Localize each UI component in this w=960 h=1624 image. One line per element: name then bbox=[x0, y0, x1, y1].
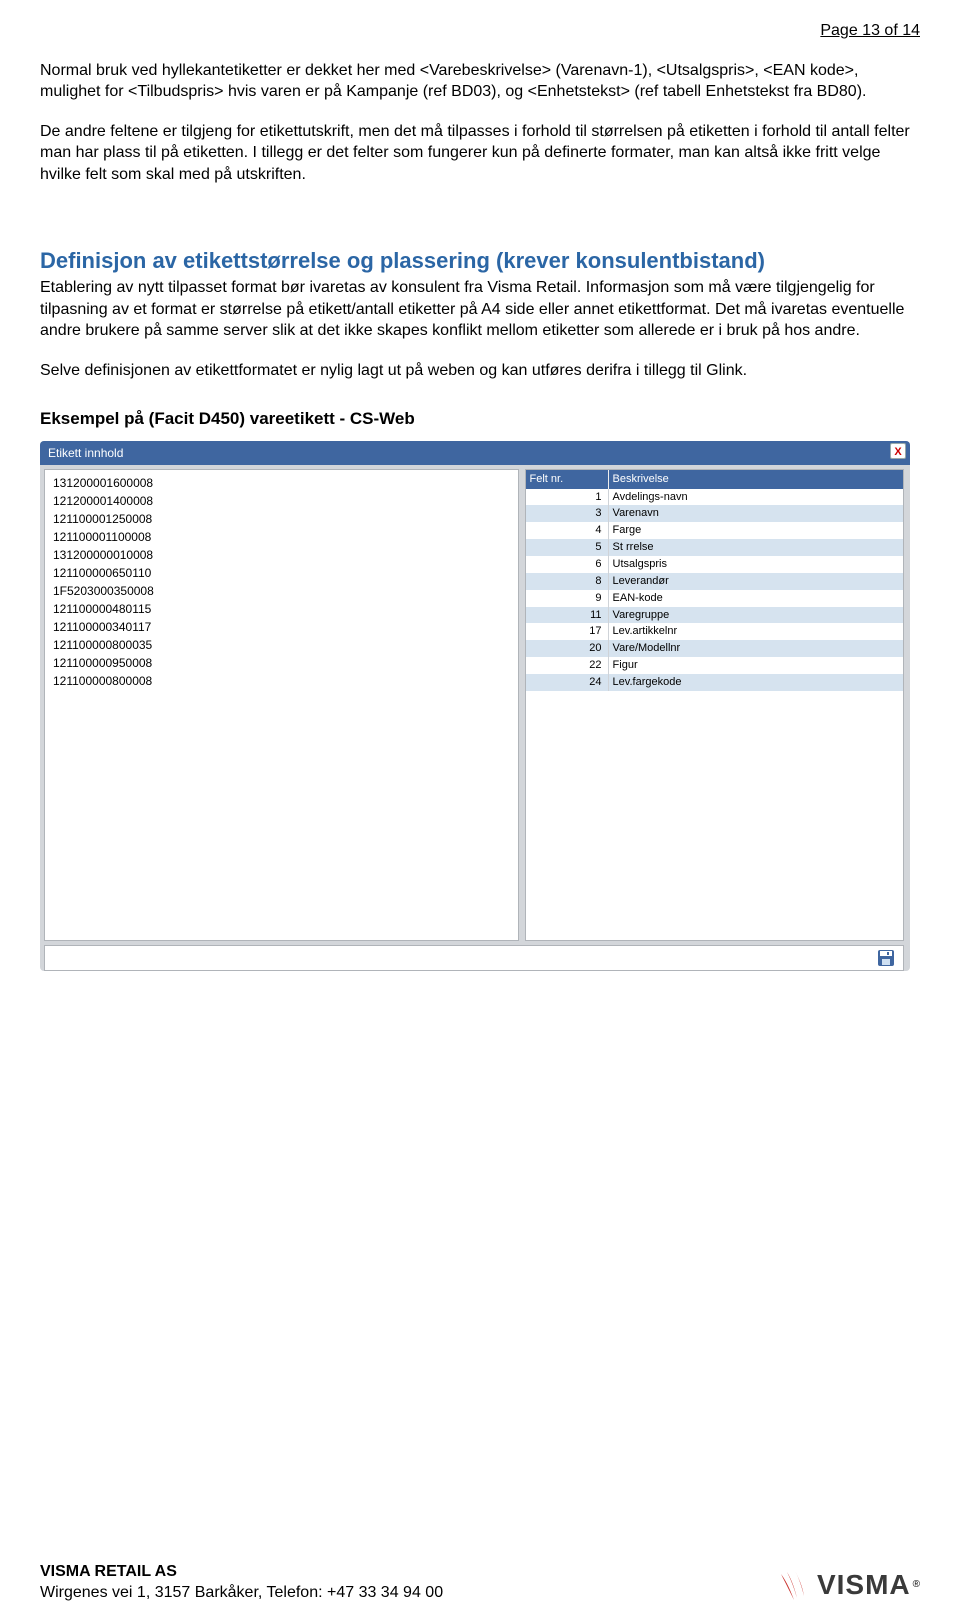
code-line: 121100000650110 bbox=[53, 564, 510, 582]
close-icon[interactable]: X bbox=[890, 443, 906, 459]
save-icon[interactable] bbox=[877, 949, 895, 967]
registered-mark: ® bbox=[913, 1578, 920, 1592]
table-row[interactable]: 22Figur bbox=[526, 657, 904, 674]
cell-feltnr: 6 bbox=[526, 556, 609, 573]
cell-feltnr: 3 bbox=[526, 505, 609, 522]
code-line: 121100000800035 bbox=[53, 636, 510, 654]
logo-mark-icon bbox=[777, 1568, 811, 1602]
cell-beskrivelse: Varenavn bbox=[609, 505, 903, 522]
table-row[interactable]: 4Farge bbox=[526, 522, 904, 539]
cell-beskrivelse: Utsalgspris bbox=[609, 556, 903, 573]
cell-beskrivelse: Figur bbox=[609, 657, 903, 674]
table-row[interactable]: 17Lev.artikkelnr bbox=[526, 623, 904, 640]
cell-feltnr: 22 bbox=[526, 657, 609, 674]
etikett-panel: Etikett innhold X 1312000016000081212000… bbox=[40, 441, 910, 971]
code-line: 121100001250008 bbox=[53, 510, 510, 528]
code-line: 121200001400008 bbox=[53, 492, 510, 510]
table-row[interactable]: 9EAN-kode bbox=[526, 590, 904, 607]
code-line: 121100000950008 bbox=[53, 654, 510, 672]
visma-logo: VISMA ® bbox=[777, 1566, 920, 1604]
code-line: 1F5203000350008 bbox=[53, 582, 510, 600]
cell-feltnr: 20 bbox=[526, 640, 609, 657]
code-line: 121100000480115 bbox=[53, 600, 510, 618]
cell-feltnr: 8 bbox=[526, 573, 609, 590]
panel-title: Etikett innhold bbox=[48, 446, 123, 460]
footer-company: VISMA RETAIL AS bbox=[40, 1561, 443, 1583]
save-bar bbox=[44, 945, 904, 971]
cell-feltnr: 11 bbox=[526, 607, 609, 624]
table-row[interactable]: 24Lev.fargekode bbox=[526, 674, 904, 691]
cell-beskrivelse: Avdelings-navn bbox=[609, 489, 903, 506]
table-header-feltnr: Felt nr. bbox=[526, 470, 609, 489]
paragraph-3: Etablering av nytt tilpasset format bør … bbox=[40, 277, 920, 342]
table-row[interactable]: 6Utsalgspris bbox=[526, 556, 904, 573]
table-row[interactable]: 1Avdelings-navn bbox=[526, 489, 904, 506]
paragraph-2: De andre feltene er tilgjeng for etikett… bbox=[40, 121, 920, 186]
example-heading: Eksempel på (Facit D450) vareetikett - C… bbox=[40, 408, 920, 431]
cell-feltnr: 4 bbox=[526, 522, 609, 539]
cell-beskrivelse: St rrelse bbox=[609, 539, 903, 556]
code-line: 121100000340117 bbox=[53, 618, 510, 636]
section-heading: Definisjon av etikettstørrelse og plasse… bbox=[40, 246, 920, 276]
table-row[interactable]: 20Vare/Modellnr bbox=[526, 640, 904, 657]
cell-feltnr: 17 bbox=[526, 623, 609, 640]
cell-feltnr: 24 bbox=[526, 674, 609, 691]
table-row[interactable]: 5St rrelse bbox=[526, 539, 904, 556]
code-line: 121100000800008 bbox=[53, 672, 510, 690]
cell-beskrivelse: Vare/Modellnr bbox=[609, 640, 903, 657]
cell-feltnr: 5 bbox=[526, 539, 609, 556]
panel-titlebar: Etikett innhold X bbox=[40, 441, 910, 465]
table-row[interactable]: 8Leverandør bbox=[526, 573, 904, 590]
code-line: 131200001600008 bbox=[53, 474, 510, 492]
cell-beskrivelse: Varegruppe bbox=[609, 607, 903, 624]
logo-text: VISMA bbox=[817, 1566, 911, 1604]
cell-beskrivelse: Farge bbox=[609, 522, 903, 539]
code-line: 131200000010008 bbox=[53, 546, 510, 564]
cell-feltnr: 9 bbox=[526, 590, 609, 607]
cell-beskrivelse: Lev.fargekode bbox=[609, 674, 903, 691]
cell-beskrivelse: EAN-kode bbox=[609, 590, 903, 607]
table-row[interactable]: 3Varenavn bbox=[526, 505, 904, 522]
page-number: Page 13 of 14 bbox=[40, 20, 920, 42]
codes-list: 1312000016000081212000014000081211000012… bbox=[44, 469, 519, 941]
page-footer: VISMA RETAIL AS Wirgenes vei 1, 3157 Bar… bbox=[40, 1561, 920, 1604]
cell-beskrivelse: Lev.artikkelnr bbox=[609, 623, 903, 640]
paragraph-1: Normal bruk ved hyllekantetiketter er de… bbox=[40, 60, 920, 103]
cell-feltnr: 1 bbox=[526, 489, 609, 506]
footer-address: Wirgenes vei 1, 3157 Barkåker, Telefon: … bbox=[40, 1582, 443, 1604]
paragraph-4: Selve definisjonen av etikettformatet er… bbox=[40, 360, 920, 382]
code-line: 121100001100008 bbox=[53, 528, 510, 546]
cell-beskrivelse: Leverandør bbox=[609, 573, 903, 590]
table-row[interactable]: 11Varegruppe bbox=[526, 607, 904, 624]
fields-table: Felt nr. Beskrivelse 1Avdelings-navn3Var… bbox=[525, 469, 905, 941]
table-header-beskrivelse: Beskrivelse bbox=[609, 470, 903, 489]
